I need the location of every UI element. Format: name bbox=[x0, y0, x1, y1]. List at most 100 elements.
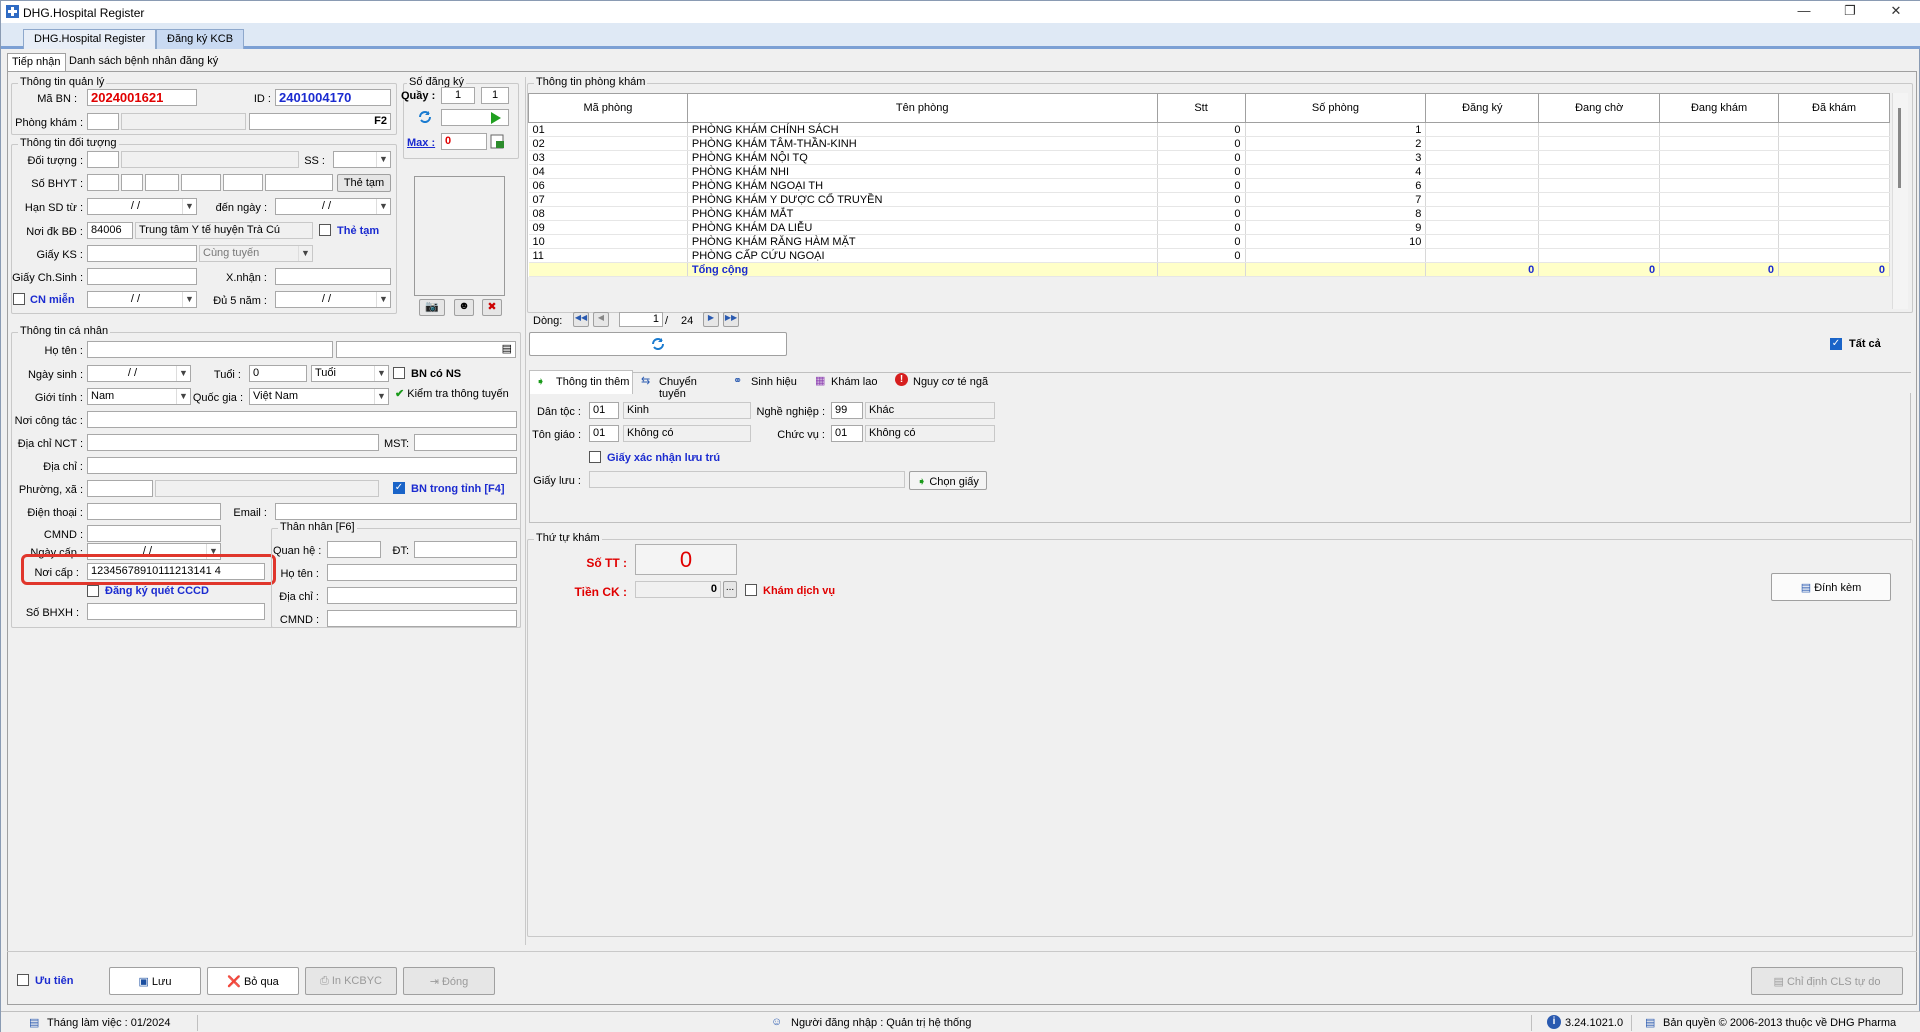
noi-dk-code-input[interactable]: 84006 bbox=[87, 222, 133, 239]
patient-photo[interactable] bbox=[414, 176, 505, 296]
dinh-kem-button[interactable]: ▤ Đính kèm bbox=[1771, 573, 1891, 601]
quay-stepper-2[interactable]: 1 bbox=[481, 87, 509, 104]
than-nhan-dia-chi-input[interactable] bbox=[327, 587, 517, 604]
dong-button[interactable]: ⇥ Đóng bbox=[403, 967, 495, 995]
bo-qua-button[interactable]: ❌ Bỏ qua bbox=[207, 967, 299, 995]
uu-tien-checkbox[interactable] bbox=[17, 974, 29, 986]
han-sd-den-picker[interactable]: / / ▼ bbox=[275, 198, 391, 215]
dan-toc-code-input[interactable]: 01 bbox=[589, 402, 619, 419]
minimize-button[interactable]: — bbox=[1781, 1, 1827, 23]
table-row[interactable]: 04 PHÒNG KHÁM NHI 0 4 bbox=[528, 164, 1890, 179]
bhyt-part-4[interactable] bbox=[181, 174, 221, 191]
refresh-icon[interactable] bbox=[417, 109, 433, 125]
ngay-sinh-picker[interactable]: / / ▼ bbox=[87, 365, 191, 382]
phong-kham-search-input[interactable]: F2 bbox=[249, 113, 391, 130]
pager-first-button[interactable]: ◀◀ bbox=[573, 312, 589, 327]
col-stt[interactable]: Stt bbox=[1156, 93, 1246, 123]
bn-trong-tinh-checkbox[interactable]: ✓ bbox=[393, 482, 405, 494]
camera-button[interactable]: 📷 bbox=[419, 299, 445, 316]
refresh-rooms-button[interactable] bbox=[529, 332, 787, 356]
han-sd-tu-picker[interactable]: / / ▼ bbox=[87, 198, 197, 215]
than-nhan-cmnd-input[interactable] bbox=[327, 610, 517, 627]
col-dang-cho[interactable]: Đang chờ bbox=[1538, 93, 1661, 123]
bhyt-part-5[interactable] bbox=[223, 174, 263, 191]
delete-photo-button[interactable]: ✖ bbox=[482, 299, 502, 316]
so-bhxh-input[interactable] bbox=[87, 603, 265, 620]
table-row[interactable]: 09 PHÒNG KHÁM DA LIỄU 0 9 bbox=[528, 220, 1890, 235]
gioi-tinh-select[interactable]: Nam ▼ bbox=[87, 388, 191, 405]
ton-giao-code-input[interactable]: 01 bbox=[589, 425, 619, 442]
pager-next-button[interactable]: ▶ bbox=[703, 312, 719, 327]
giay-chsinh-input[interactable] bbox=[87, 268, 197, 285]
table-row[interactable]: 03 PHÒNG KHÁM NỘI TQ 0 3 bbox=[528, 150, 1890, 165]
bhyt-part-3[interactable] bbox=[145, 174, 179, 191]
than-nhan-ho-ten-input[interactable] bbox=[327, 564, 517, 581]
load-photo-button[interactable]: ☻ bbox=[454, 299, 474, 316]
tat-ca-checkbox[interactable]: ✓ bbox=[1830, 338, 1842, 350]
dang-ky-cccd-checkbox[interactable] bbox=[87, 585, 99, 597]
table-row[interactable]: 08 PHÒNG KHÁM MẮT 0 8 bbox=[528, 206, 1890, 221]
play-icon[interactable] bbox=[489, 111, 503, 124]
tab-thong-tin-them[interactable]: ➧ Thông tin thêm bbox=[529, 370, 633, 394]
tab-tiep-nhan[interactable]: Tiếp nhận bbox=[7, 53, 66, 71]
col-so-phong[interactable]: Số phòng bbox=[1244, 93, 1427, 123]
close-button[interactable]: ✕ bbox=[1873, 1, 1919, 23]
cn-mien-date-picker[interactable]: / / ▼ bbox=[87, 291, 197, 308]
luu-button[interactable]: ▣ Lưu bbox=[109, 967, 201, 995]
dia-chi-input[interactable] bbox=[87, 457, 517, 474]
nghe-nghiep-code-input[interactable]: 99 bbox=[831, 402, 863, 419]
tuoi-unit-select[interactable]: Tuổi ▼ bbox=[311, 365, 389, 382]
dia-chi-nct-input[interactable] bbox=[87, 434, 379, 451]
col-ma-phong[interactable]: Mã phòng bbox=[528, 93, 688, 123]
dt-input[interactable] bbox=[414, 541, 517, 558]
card-icon[interactable]: ▤ bbox=[502, 342, 512, 355]
table-row[interactable]: 07 PHÒNG KHÁM Y DƯỢC CỔ TRUYỀN 0 7 bbox=[528, 192, 1890, 207]
the-tam-button[interactable]: Thẻ tạm bbox=[337, 174, 391, 192]
bhyt-part-6[interactable] bbox=[265, 174, 333, 191]
tuoi-stepper[interactable]: 0 bbox=[249, 365, 307, 382]
table-row[interactable]: 02 PHÒNG KHÁM TÂM-THẦN-KINH 0 2 bbox=[528, 136, 1890, 151]
maximize-button[interactable]: ❐ bbox=[1827, 1, 1873, 23]
tab-nguy-co-te-nga[interactable]: ! Nguy cơ té ngã bbox=[891, 370, 1001, 394]
chi-dinh-cls-button[interactable]: ▤ Chỉ định CLS tự do bbox=[1751, 967, 1903, 995]
ma-bn-field[interactable]: 2024001621 bbox=[87, 89, 197, 106]
mst-input[interactable] bbox=[414, 434, 517, 451]
quoc-gia-select[interactable]: Việt Nam ▼ bbox=[249, 388, 389, 405]
table-scrollbar[interactable] bbox=[1892, 93, 1908, 309]
table-row[interactable]: 11 PHÒNG CẤP CỨU NGOẠI 0 bbox=[528, 248, 1890, 263]
xnhan-input[interactable] bbox=[275, 268, 391, 285]
doi-tuong-code-input[interactable] bbox=[87, 151, 119, 168]
chon-giay-button[interactable]: ➧ Chọn giấy bbox=[909, 471, 987, 490]
quan-he-input[interactable] bbox=[327, 541, 381, 558]
ho-ten-input[interactable] bbox=[87, 341, 333, 358]
noi-cong-tac-input[interactable] bbox=[87, 411, 517, 428]
pager-page-input[interactable]: 1 bbox=[619, 312, 663, 327]
tab-chuyen-tuyen[interactable]: ⇆ Chuyển tuyến bbox=[637, 370, 723, 400]
table-row[interactable]: 06 PHÒNG KHÁM NGOẠI TH 0 6 bbox=[528, 178, 1890, 193]
col-dang-ky[interactable]: Đăng ký bbox=[1425, 93, 1540, 123]
max-link[interactable]: Max : bbox=[407, 137, 435, 149]
col-ten-phong[interactable]: Tên phòng bbox=[686, 93, 1158, 123]
bhyt-part-2[interactable] bbox=[121, 174, 143, 191]
bn-co-ns-checkbox[interactable] bbox=[393, 367, 405, 379]
table-row[interactable]: 01 PHÒNG KHÁM CHÍNH SÁCH 0 1 bbox=[528, 122, 1890, 137]
id-field[interactable]: 2401004170 bbox=[275, 89, 391, 106]
col-da-kham[interactable]: Đã khám bbox=[1778, 93, 1890, 123]
tien-ck-more-button[interactable]: ... bbox=[723, 581, 737, 598]
email-input[interactable] bbox=[275, 503, 517, 520]
dien-thoai-input[interactable] bbox=[87, 503, 221, 520]
phuong-xa-code-input[interactable] bbox=[87, 480, 153, 497]
excel-icon[interactable] bbox=[490, 134, 505, 149]
tab-danh-sach-benh-nhan[interactable]: Danh sách bệnh nhân đăng ký bbox=[65, 53, 222, 71]
col-dang-kham[interactable]: Đang khám bbox=[1659, 93, 1780, 123]
giay-xac-nhan-checkbox[interactable] bbox=[589, 451, 601, 463]
tab-dhg-hospital-register[interactable]: DHG.Hospital Register bbox=[23, 29, 157, 49]
chuc-vu-code-input[interactable]: 01 bbox=[831, 425, 863, 442]
kham-dich-vu-checkbox[interactable] bbox=[745, 584, 757, 596]
table-row[interactable]: 10 PHÒNG KHÁM RĂNG HÀM MẶT 0 10 bbox=[528, 234, 1890, 249]
the-tam-checkbox[interactable] bbox=[319, 224, 331, 236]
phong-kham-code-input[interactable] bbox=[87, 113, 119, 130]
ho-ten-extra-input[interactable]: ▤ bbox=[336, 341, 516, 358]
du5nam-date-picker[interactable]: / / ▼ bbox=[275, 291, 391, 308]
cmnd-input[interactable] bbox=[87, 525, 221, 542]
